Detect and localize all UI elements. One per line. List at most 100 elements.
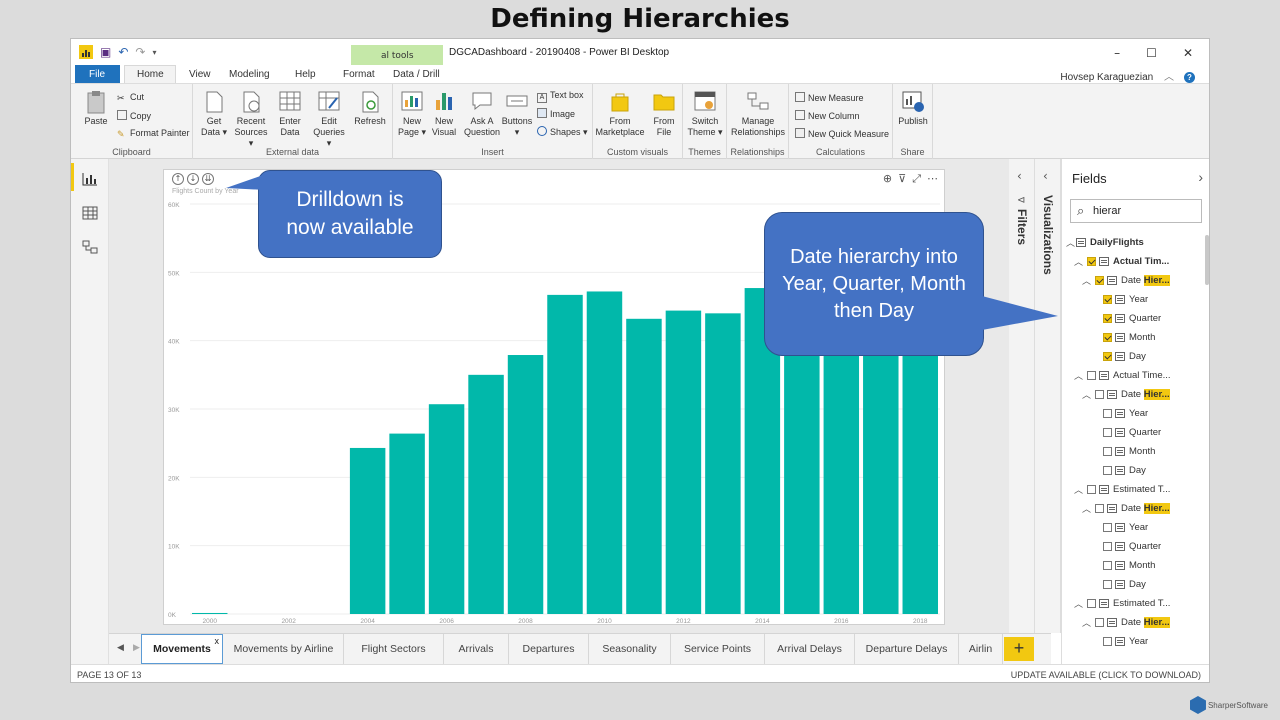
maximize-icon[interactable]: ☐ [1146,46,1157,60]
ask-question-button[interactable]: Ask A Question [463,90,501,138]
add-page-button[interactable]: + [1004,637,1034,661]
expand-visualizations-icon[interactable]: ‹ [1043,169,1048,183]
expand-filters-icon[interactable]: ‹ [1017,169,1022,183]
file-menu[interactable]: File [75,65,120,83]
fields-search-input[interactable]: ⌕ hierar [1070,199,1202,223]
switch-theme-button[interactable]: Switch Theme ▾ [687,90,723,138]
refresh-button[interactable]: Refresh [353,90,387,127]
field-hierarchy-level[interactable]: Year [1100,518,1148,537]
checkbox[interactable] [1087,257,1096,266]
collapse-icon[interactable]: ︿ [1082,274,1092,287]
tab-help[interactable]: Help [295,69,316,80]
checkbox[interactable] [1095,504,1104,513]
update-available-link[interactable]: UPDATE AVAILABLE (CLICK TO DOWNLOAD) [1011,670,1201,680]
tab-service-points[interactable]: Service Points [671,634,765,664]
collapse-icon[interactable]: ︿ [1074,255,1084,268]
field-hierarchy-level[interactable]: Month [1100,556,1155,575]
checkbox[interactable] [1103,542,1112,551]
from-file-button[interactable]: From File [649,90,679,138]
field-date-column[interactable]: ︿ Actual Time... [1074,366,1171,385]
enter-data-button[interactable]: Enter Data [275,90,305,138]
field-hierarchy-level[interactable]: Quarter [1100,309,1161,328]
field-hierarchy-level[interactable]: Day [1100,347,1146,366]
tab-home[interactable]: Home [124,65,176,83]
collapse-icon[interactable]: ︿ [1074,597,1084,610]
collapse-ribbon-icon[interactable]: ︿ [1164,72,1174,83]
cut-button[interactable]: ✂ Cut [117,92,144,103]
checkbox[interactable] [1095,276,1104,285]
collapse-icon[interactable]: ︿ [1074,483,1084,496]
field-date-column[interactable]: ︿ Actual Tim... [1074,252,1169,271]
field-hierarchy-level[interactable]: Day [1100,461,1146,480]
new-visual-button[interactable]: New Visual [429,90,459,138]
fields-scrollbar[interactable] [1205,235,1209,285]
tab-arrivals[interactable]: Arrivals [444,634,509,664]
checkbox[interactable] [1103,295,1112,304]
new-column-button[interactable]: New Column [795,110,860,121]
tab-airlines[interactable]: Airlin [959,634,1003,664]
help-icon[interactable]: ? [1184,72,1195,83]
collapse-icon[interactable]: ︿ [1082,388,1092,401]
undo-icon[interactable]: ↶ [118,45,128,59]
collapse-icon[interactable]: ︿ [1082,616,1092,629]
more-options-icon[interactable]: ⋯ [927,172,938,186]
tab-data-drill[interactable]: Data / Drill [393,69,440,80]
new-measure-button[interactable]: New Measure [795,92,864,103]
checkbox[interactable] [1103,466,1112,475]
checkbox[interactable] [1087,599,1096,608]
tab-movements-by-airline[interactable]: Movements by Airline [224,634,344,664]
filter-icon[interactable]: ⊽ [898,172,906,186]
field-hierarchy-level[interactable]: Year [1100,290,1148,309]
minimize-icon[interactable]: – [1114,46,1120,60]
tab-flight-sectors[interactable]: Flight Sectors [344,634,444,664]
field-date-column[interactable]: ︿ Estimated T... [1074,594,1170,613]
customize-toolbar-icon[interactable]: ▾ [152,48,156,57]
checkbox[interactable] [1103,428,1112,437]
tab-arrival-delays[interactable]: Arrival Delays [765,634,855,664]
field-date-hierarchy[interactable]: ︿ Date Hier... [1082,499,1170,518]
expand-next-level-icon[interactable]: ⇊ [202,173,214,185]
visualizations-pane-collapsed[interactable]: ‹ Visualizations [1035,159,1061,633]
field-date-hierarchy[interactable]: ︿ Date Hier... [1082,613,1170,632]
shapes-button[interactable]: Shapes ▾ [537,126,588,138]
tab-departures[interactable]: Departures [509,634,589,664]
next-page-icon[interactable]: ▶ [133,642,140,653]
field-table-dailyflights[interactable]: ︿ DailyFlights [1066,233,1144,252]
checkbox[interactable] [1103,523,1112,532]
checkbox[interactable] [1103,580,1112,589]
publish-button[interactable]: Publish [895,90,931,127]
checkbox[interactable] [1103,352,1112,361]
checkbox[interactable] [1103,447,1112,456]
field-hierarchy-level[interactable]: Year [1100,632,1148,651]
checkbox[interactable] [1095,618,1104,627]
paste-button[interactable]: Paste [79,90,113,127]
close-tab-icon[interactable]: x [215,636,220,646]
checkbox[interactable] [1103,314,1112,323]
user-account[interactable]: Hovsep Karaguezian ︿? [1060,68,1195,83]
field-date-column[interactable]: ︿ Estimated T... [1074,480,1170,499]
redo-icon[interactable]: ↷ [135,45,145,59]
field-hierarchy-level[interactable]: Quarter [1100,537,1161,556]
collapse-fields-icon[interactable]: › [1198,169,1203,185]
checkbox[interactable] [1087,371,1096,380]
from-marketplace-button[interactable]: From Marketplace [595,90,645,138]
tab-modeling[interactable]: Modeling [229,69,270,80]
tab-departure-delays[interactable]: Departure Delays [855,634,959,664]
drill-up-icon[interactable]: ↑ [172,173,184,185]
report-view-icon[interactable] [82,171,98,186]
focus-mode-icon[interactable]: ⤢ [912,172,921,186]
get-data-button[interactable]: Get Data ▾ [197,90,231,138]
checkbox[interactable] [1103,409,1112,418]
model-view-icon[interactable] [82,239,98,254]
field-date-hierarchy[interactable]: ︿ Date Hier... [1082,271,1170,290]
tab-view[interactable]: View [189,69,211,80]
field-hierarchy-level[interactable]: Month [1100,442,1155,461]
checkbox[interactable] [1087,485,1096,494]
drill-mode-icon[interactable]: ⊕ [883,172,892,186]
image-button[interactable]: Image [537,108,575,119]
field-hierarchy-level[interactable]: Quarter [1100,423,1161,442]
drill-next-level-icon[interactable]: ↓ [187,173,199,185]
filters-pane-collapsed[interactable]: ‹ ⊲ Filters [1009,159,1035,633]
collapse-icon[interactable]: ︿ [1074,369,1084,382]
manage-relationships-button[interactable]: Manage Relationships [731,90,785,138]
